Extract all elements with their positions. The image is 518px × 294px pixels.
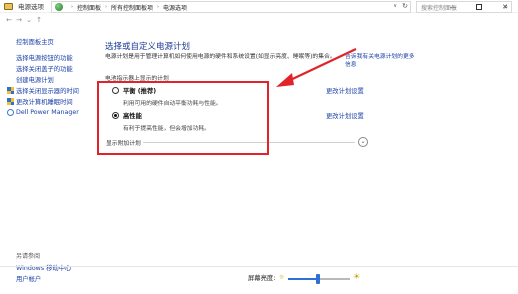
shield-icon [7,98,14,105]
window-title: 电源选项 [18,3,44,11]
address-dropdown-icon[interactable]: ∨ [393,3,397,9]
see-also-user-accounts[interactable]: 用户帐户 [16,274,41,283]
change-plan-settings-link[interactable]: 更改计划设置 [326,111,364,120]
nav-link-label: 选择关闭显示器的时间 [16,88,79,95]
nav-link-dell-power-manager[interactable]: Dell Power Manager [7,109,79,116]
shield-icon [7,87,14,94]
nav-link-power-button[interactable]: 选择电源按钮的功能 [16,53,73,62]
brightness-slider-fill [288,278,318,280]
nav-link-lid-close[interactable]: 选择关闭盖子的功能 [16,64,73,73]
back-button[interactable]: ← [4,14,14,26]
left-navigation: 控制面板主页 选择电源按钮的功能 选择关闭盖子的功能 创建电源计划 选择关闭显示… [0,27,98,283]
nav-link-sleep-time[interactable]: 更改计算机睡眠时间 [7,97,73,106]
nav-link-create-plan[interactable]: 创建电源计划 [16,75,54,84]
refresh-icon[interactable]: ↻ [402,2,408,10]
brightness-label: 屏幕亮度: [248,275,276,282]
forward-button[interactable]: → [14,14,24,26]
breadcrumb-separator: › [71,4,73,10]
annotation-arrow-icon [276,48,357,87]
scrollbar-track[interactable] [511,27,518,266]
brightness-slider[interactable] [288,274,350,284]
control-panel-home-link[interactable]: 控制面板主页 [16,37,54,46]
nav-link-label: Dell Power Manager [16,109,79,116]
page-title: 选择或自定义电源计划 [105,42,191,52]
annotation-highlight-box [97,81,269,155]
see-also-heading: 另请参阅 [16,253,41,260]
nav-link-label: 更改计算机睡眠时间 [16,99,73,106]
brightness-slider-thumb[interactable] [315,274,320,284]
breadcrumb-separator: › [157,4,160,10]
brightness-low-icon: ☼ [279,274,285,281]
breadcrumb-separator: › [105,4,108,10]
breadcrumb[interactable]: › 控制面板 › 所有控制面板项 › 电源选项 ∨ ↻ [51,1,411,13]
nav-link-display-off[interactable]: 选择关闭显示器的时间 [7,86,79,95]
dell-icon [7,109,14,116]
brightness-high-icon: ☀ [353,272,361,281]
search-icon[interactable]: ⌕ [504,3,508,12]
expand-chevron-icon[interactable]: ⌄ [358,137,368,147]
divider [0,266,518,267]
search-input[interactable]: 搜索控制面板 ⌕ [416,1,512,13]
see-also-mobility-center[interactable]: Windows 移动中心 [16,263,71,272]
breadcrumb-item[interactable]: 所有控制面板项 [111,3,153,12]
address-row: ← → ⌄ ↑ [0,13,518,27]
up-button[interactable]: ↑ [34,14,44,26]
power-options-icon [4,2,13,10]
control-panel-icon [55,3,63,11]
dropdown-recent-icon[interactable]: ⌄ [24,14,34,26]
breadcrumb-item[interactable]: 电源选项 [163,3,187,12]
search-placeholder: 搜索控制面板 [421,4,458,12]
breadcrumb-item[interactable]: 控制面板 [77,3,101,12]
